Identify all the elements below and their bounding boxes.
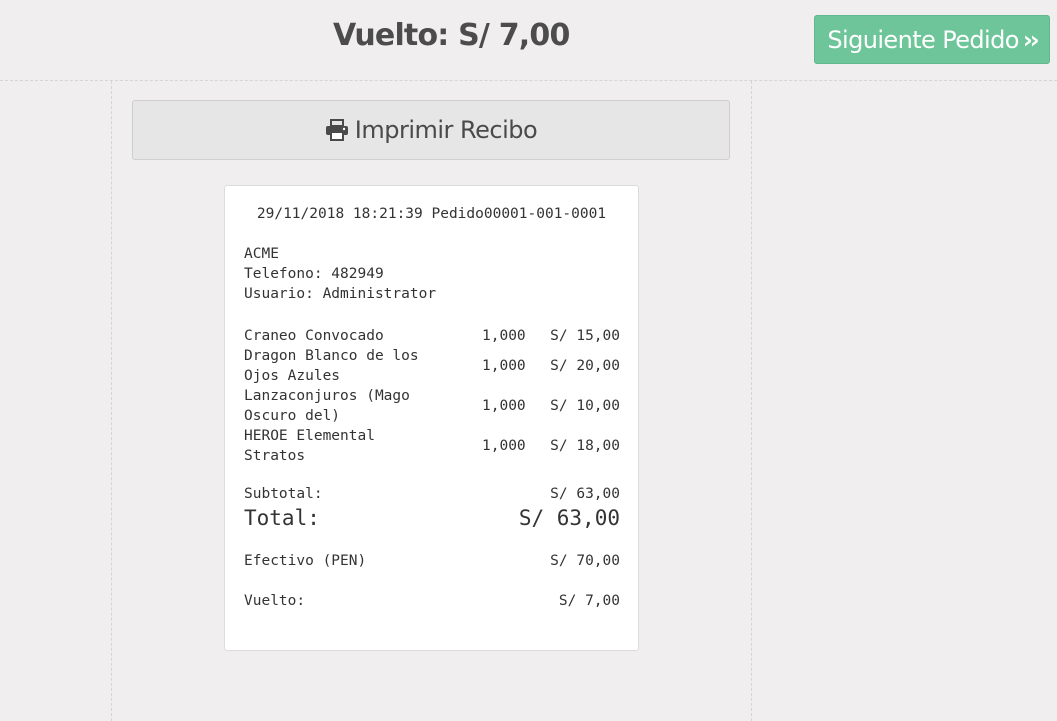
change-value: S/ 7,00 (558, 593, 620, 609)
item-price: S/ 18,00 (550, 438, 620, 454)
next-order-label: Siguiente Pedido (827, 25, 1019, 54)
next-order-button[interactable]: Siguiente Pedido ›› (814, 15, 1050, 64)
print-icon (325, 119, 348, 141)
change-label: Vuelto: (244, 593, 306, 609)
item-name-cont: Stratos (244, 448, 306, 464)
total-row: Total: S/ 63,00 (244, 506, 620, 534)
item-qty: 1,000 (482, 398, 526, 414)
item-name: Dragon Blanco de los (244, 348, 419, 364)
item-name: HEROE Elemental (244, 428, 375, 444)
company-name: ACME (244, 246, 279, 262)
total-value: S/ 63,00 (518, 506, 620, 530)
item-name: Craneo Convocado (244, 328, 384, 344)
item-price: S/ 15,00 (550, 328, 620, 344)
subtotal-label: Subtotal: (244, 486, 323, 502)
item-price: S/ 10,00 (550, 398, 620, 414)
item-name-cont: Ojos Azules (244, 368, 341, 384)
receipt-item: HEROE Elemental Stratos 1,000 S/ 18,00 (244, 426, 620, 466)
top-bar: Vuelto: S/ 7,00 Siguiente Pedido ›› (0, 0, 1057, 81)
item-price: S/ 20,00 (550, 358, 620, 374)
receipt-header: 29/11/2018 18:21:39 Pedido00001-001-0001 (256, 206, 607, 222)
receipt-item: Dragon Blanco de los Ojos Azules 1,000 S… (244, 346, 620, 386)
print-receipt-button[interactable]: Imprimir Recibo (132, 100, 730, 160)
change-title: Vuelto: S/ 7,00 (333, 18, 570, 53)
item-qty: 1,000 (482, 438, 526, 454)
item-name-cont: Oscuro del) (244, 408, 341, 424)
total-label: Total: (244, 506, 320, 530)
print-receipt-label: Imprimir Recibo (354, 116, 538, 144)
receipt: 29/11/2018 18:21:39 Pedido00001-001-0001… (224, 185, 639, 651)
company-phone: Telefono: 482949 (244, 266, 384, 282)
receipt-user: Usuario: Administrator (244, 286, 437, 302)
payment-label: Efectivo (PEN) (244, 553, 367, 569)
subtotal-row: Subtotal: S/ 63,00 (244, 486, 620, 506)
item-name: Lanzaconjuros (Mago (244, 388, 410, 404)
item-qty: 1,000 (482, 358, 526, 374)
receipt-item: Lanzaconjuros (Mago Oscuro del) 1,000 S/… (244, 386, 620, 426)
payment-value: S/ 70,00 (550, 553, 620, 569)
change-row: Vuelto: S/ 7,00 (244, 593, 620, 613)
subtotal-value: S/ 63,00 (550, 486, 620, 502)
item-qty: 1,000 (482, 328, 526, 344)
payment-row: Efectivo (PEN) S/ 70,00 (244, 553, 620, 573)
double-chevron-right-icon: ›› (1022, 25, 1040, 54)
